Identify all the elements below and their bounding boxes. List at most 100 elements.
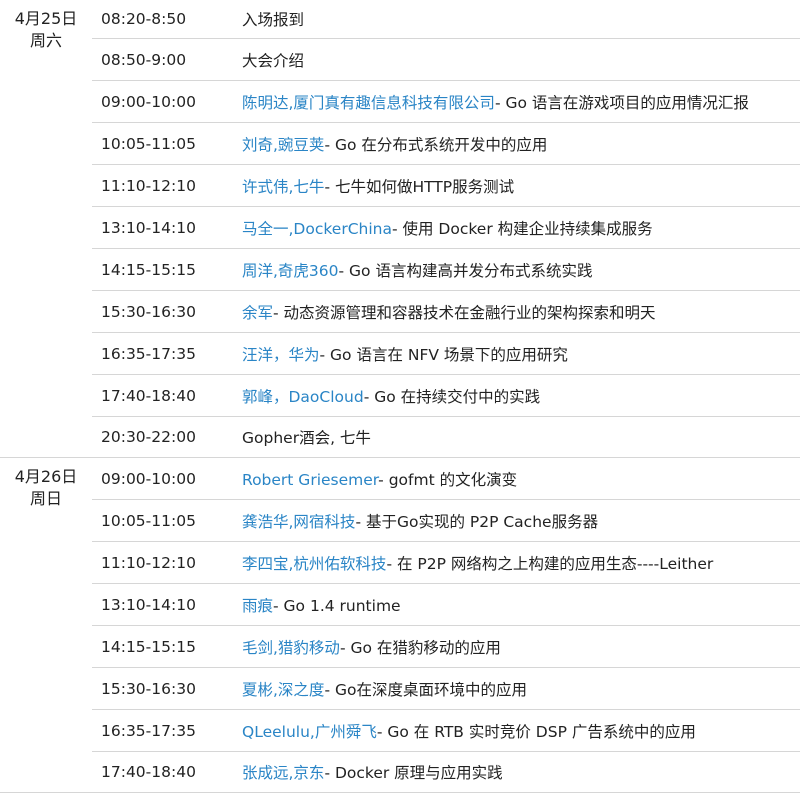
session-time: 08:50-9:00 bbox=[101, 50, 187, 69]
speaker-link[interactable]: 许式伟,七牛 bbox=[242, 178, 324, 196]
day-weekday: 周六 bbox=[29, 31, 62, 50]
session-row: 15:30-16:30 夏彬,深之度- Go在深度桌面环境中的应用 bbox=[92, 668, 800, 710]
session-row: 14:15-15:15 毛剑,猎豹移动- Go 在猎豹移动的应用 bbox=[92, 626, 800, 668]
session-time: 14:15-15:15 bbox=[101, 637, 196, 656]
session-row: 13:10-14:10 马全一,DockerChina- 使用 Docker 构建… bbox=[92, 207, 800, 249]
session-topic: - 动态资源管理和容器技术在金融行业的架构探索和明天 bbox=[273, 303, 656, 322]
session-topic: - 七牛如何做HTTP服务测试 bbox=[324, 177, 515, 196]
session-topic: - Go 在猎豹移动的应用 bbox=[339, 638, 501, 657]
speaker-link[interactable]: 余军 bbox=[242, 304, 273, 322]
speaker-link[interactable]: 夏彬,深之度 bbox=[242, 681, 324, 699]
day-weekday: 周日 bbox=[29, 489, 62, 508]
session-row: 17:40-18:40 张成远,京东- Docker 原理与应用实践 bbox=[92, 752, 800, 792]
session-time: 11:10-12:10 bbox=[101, 176, 196, 195]
session-talk: 许式伟,七牛- 七牛如何做HTTP服务测试 bbox=[242, 175, 800, 197]
session-topic: - Go 语言在 NFV 场景下的应用研究 bbox=[319, 345, 568, 364]
session-time: 14:15-15:15 bbox=[101, 260, 196, 279]
day-block: 4月26日周日 09:00-10:00 Robert Griesemer- gofm… bbox=[0, 458, 800, 793]
session-row: 15:30-16:30 余军- 动态资源管理和容器技术在金融行业的架构探索和明天 bbox=[92, 291, 800, 333]
session-talk: 入场报到 bbox=[242, 8, 800, 30]
speaker-link[interactable]: 张成远,京东 bbox=[242, 764, 324, 782]
session-talk: 夏彬,深之度- Go在深度桌面环境中的应用 bbox=[242, 678, 800, 700]
day-label: 4月26日周日 bbox=[0, 458, 92, 510]
session-talk: 刘奇,豌豆荚- Go 在分布式系统开发中的应用 bbox=[242, 133, 800, 155]
session-row: 08:50-9:00 大会介绍 bbox=[92, 39, 800, 81]
session-time: 09:00-10:00 bbox=[101, 92, 196, 111]
speaker-link[interactable]: 马全一,DockerChina bbox=[242, 220, 392, 238]
speaker-link[interactable]: Robert Griesemer bbox=[242, 471, 378, 489]
session-topic: - 在 P2P 网络构之上构建的应用生态----Leither bbox=[386, 554, 714, 573]
schedule-table: 4月25日周六 08:20-8:50 入场报到 08:50-9:00 大会介绍 09:00… bbox=[0, 0, 800, 793]
speaker-link[interactable]: 周洋,奇虎360 bbox=[242, 262, 339, 280]
session-topic: - Go 在分布式系统开发中的应用 bbox=[324, 135, 548, 154]
session-talk: 陈明达,厦门真有趣信息科技有限公司- Go 语言在游戏项目的应用情况汇报 bbox=[242, 91, 800, 113]
session-talk: 郭峰，DaoCloud- Go 在持续交付中的实践 bbox=[242, 385, 800, 407]
session-row: 13:10-14:10 雨痕- Go 1.4 runtime bbox=[92, 584, 800, 626]
session-topic: - Go在深度桌面环境中的应用 bbox=[324, 680, 527, 699]
speaker-link[interactable]: 李四宝,杭州佑软科技 bbox=[242, 555, 386, 573]
session-time: 13:10-14:10 bbox=[101, 218, 196, 237]
session-topic: - Go 在持续交付中的实践 bbox=[363, 387, 541, 406]
session-topic: - Go 语言构建高并发分布式系统实践 bbox=[338, 261, 593, 280]
session-talk: 毛剑,猎豹移动- Go 在猎豹移动的应用 bbox=[242, 636, 800, 658]
speaker-link[interactable]: 汪洋，华为 bbox=[242, 346, 320, 364]
session-time: 09:00-10:00 bbox=[101, 469, 196, 488]
session-time: 13:10-14:10 bbox=[101, 595, 196, 614]
day-date: 4月25日 bbox=[14, 9, 78, 28]
session-talk: Robert Griesemer- gofmt 的文化演变 bbox=[242, 468, 800, 490]
speaker-link[interactable]: 陈明达,厦门真有趣信息科技有限公司 bbox=[242, 94, 495, 112]
session-row: 16:35-17:35 汪洋，华为- Go 语言在 NFV 场景下的应用研究 bbox=[92, 333, 800, 375]
session-row: 10:05-11:05 刘奇,豌豆荚- Go 在分布式系统开发中的应用 bbox=[92, 123, 800, 165]
session-talk: 龚浩华,网宿科技- 基于Go实现的 P2P Cache服务器 bbox=[242, 510, 800, 532]
session-time: 11:10-12:10 bbox=[101, 553, 196, 572]
session-time: 08:20-8:50 bbox=[101, 10, 187, 28]
session-talk: 余军- 动态资源管理和容器技术在金融行业的架构探索和明天 bbox=[242, 301, 800, 323]
session-talk: 雨痕- Go 1.4 runtime bbox=[242, 594, 800, 616]
speaker-link[interactable]: 郭峰，DaoCloud bbox=[242, 388, 364, 406]
session-time: 10:05-11:05 bbox=[101, 134, 196, 153]
session-time: 17:40-18:40 bbox=[101, 763, 196, 781]
session-talk: 大会介绍 bbox=[242, 49, 800, 71]
session-time: 10:05-11:05 bbox=[101, 511, 196, 530]
session-row: 11:10-12:10 李四宝,杭州佑软科技- 在 P2P 网络构之上构建的应用生… bbox=[92, 542, 800, 584]
session-topic: - Go 语言在游戏项目的应用情况汇报 bbox=[494, 93, 749, 112]
speaker-link[interactable]: 毛剑,猎豹移动 bbox=[242, 639, 340, 657]
session-topic: - Go 1.4 runtime bbox=[273, 596, 401, 615]
session-topic: Gopher酒会, 七牛 bbox=[242, 429, 371, 447]
session-topic: - 基于Go实现的 P2P Cache服务器 bbox=[355, 512, 599, 531]
session-row: 17:40-18:40 郭峰，DaoCloud- Go 在持续交付中的实践 bbox=[92, 375, 800, 417]
session-talk: 李四宝,杭州佑软科技- 在 P2P 网络构之上构建的应用生态----Leithe… bbox=[242, 552, 800, 574]
session-talk: QLeelulu,广州舜飞- Go 在 RTB 实时竞价 DSP 广告系统中的应… bbox=[242, 720, 800, 742]
speaker-link[interactable]: 雨痕 bbox=[242, 597, 273, 615]
session-row: 09:00-10:00 陈明达,厦门真有趣信息科技有限公司- Go 语言在游戏项目… bbox=[92, 81, 800, 123]
session-topic: 入场报到 bbox=[242, 11, 305, 29]
session-time: 15:30-16:30 bbox=[101, 302, 196, 321]
session-row: 10:05-11:05 龚浩华,网宿科技- 基于Go实现的 P2P Cache服务… bbox=[92, 500, 800, 542]
session-row: 11:10-12:10 许式伟,七牛- 七牛如何做HTTP服务测试 bbox=[92, 165, 800, 207]
speaker-link[interactable]: 龚浩华,网宿科技 bbox=[242, 513, 355, 531]
day-block: 4月25日周六 08:20-8:50 入场报到 08:50-9:00 大会介绍 09:00… bbox=[0, 0, 800, 458]
session-time: 16:35-17:35 bbox=[101, 344, 196, 363]
session-topic: - 使用 Docker 构建企业持续集成服务 bbox=[391, 219, 653, 238]
session-topic: - Go 在 RTB 实时竞价 DSP 广告系统中的应用 bbox=[376, 722, 696, 741]
session-talk: 张成远,京东- Docker 原理与应用实践 bbox=[242, 761, 800, 783]
session-row: 20:30-22:00 Gopher酒会, 七牛 bbox=[92, 417, 800, 457]
session-row: 08:20-8:50 入场报到 bbox=[92, 0, 800, 39]
session-talk: 周洋,奇虎360- Go 语言构建高并发分布式系统实践 bbox=[242, 259, 800, 281]
session-topic: - Docker 原理与应用实践 bbox=[324, 764, 503, 782]
session-time: 20:30-22:00 bbox=[101, 428, 196, 446]
speaker-link[interactable]: QLeelulu,广州舜飞 bbox=[242, 723, 377, 741]
day-label: 4月25日周六 bbox=[0, 0, 92, 52]
session-row: 09:00-10:00 Robert Griesemer- gofmt 的文化演变 bbox=[92, 458, 800, 500]
session-row: 14:15-15:15 周洋,奇虎360- Go 语言构建高并发分布式系统实践 bbox=[92, 249, 800, 291]
day-date: 4月26日 bbox=[14, 467, 78, 486]
session-time: 17:40-18:40 bbox=[101, 386, 196, 405]
session-talk: 马全一,DockerChina- 使用 Docker 构建企业持续集成服务 bbox=[242, 217, 800, 239]
session-talk: 汪洋，华为- Go 语言在 NFV 场景下的应用研究 bbox=[242, 343, 800, 365]
session-time: 16:35-17:35 bbox=[101, 721, 196, 740]
speaker-link[interactable]: 刘奇,豌豆荚 bbox=[242, 136, 324, 154]
session-row: 16:35-17:35 QLeelulu,广州舜飞- Go 在 RTB 实时竞价 … bbox=[92, 710, 800, 752]
session-topic: - gofmt 的文化演变 bbox=[378, 470, 518, 489]
session-topic: 大会介绍 bbox=[242, 51, 305, 70]
session-talk: Gopher酒会, 七牛 bbox=[242, 426, 800, 448]
